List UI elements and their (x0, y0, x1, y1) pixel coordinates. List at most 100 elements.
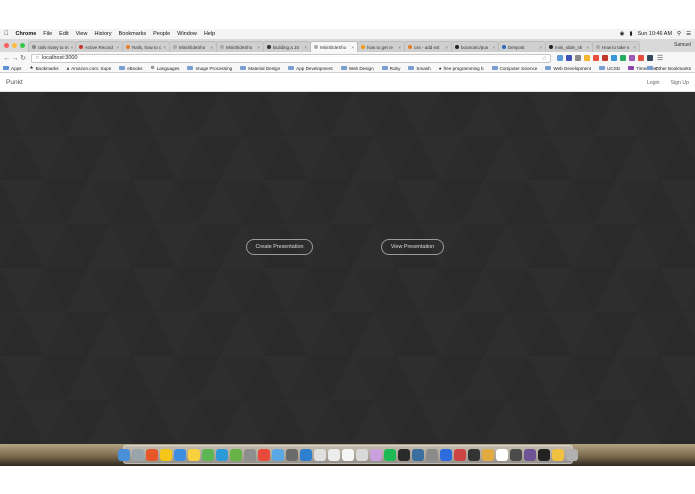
bookmark-item[interactable]: a Amazon.com: Supe (67, 66, 112, 71)
extension-icon[interactable] (584, 55, 590, 61)
dock-app-icon[interactable] (300, 448, 312, 461)
tab[interactable]: MiniSlideSho × (216, 41, 264, 52)
bookmark-folder[interactable]: Computer Science (491, 66, 537, 71)
menu-help[interactable]: Help (204, 31, 215, 37)
menu-people[interactable]: People (153, 31, 170, 37)
close-tab-icon[interactable]: × (443, 45, 448, 50)
bookmark-folder[interactable]: App Development (288, 66, 333, 71)
close-window-icon[interactable] (4, 43, 9, 48)
dock-app-icon[interactable] (342, 448, 354, 461)
dock-app-icon[interactable] (510, 448, 522, 461)
clock[interactable]: Sun 10:46 AM (637, 31, 672, 37)
dock-app-icon[interactable] (566, 448, 578, 461)
brand-logo[interactable]: Punkt (6, 79, 23, 86)
dock-app-icon[interactable] (132, 448, 144, 461)
dock-app-icon[interactable] (356, 448, 368, 461)
dock-app-icon[interactable] (538, 448, 550, 461)
bookmark-folder[interactable]: UCSD (599, 66, 620, 71)
dock-app-icon[interactable] (384, 448, 396, 461)
close-tab-icon[interactable]: × (255, 45, 260, 50)
menu-file[interactable]: File (43, 31, 52, 37)
dock-app-icon[interactable] (258, 448, 270, 461)
menu-window[interactable]: Window (177, 31, 197, 37)
apple-icon[interactable]:  (4, 31, 9, 37)
tab[interactable]: css - add ext × (404, 41, 452, 52)
dock-app-icon[interactable] (244, 448, 256, 461)
close-tab-icon[interactable]: × (490, 45, 495, 50)
dock-app-icon[interactable] (216, 448, 228, 461)
extension-icon[interactable] (602, 55, 608, 61)
back-icon[interactable]: ← (3, 55, 11, 62)
create-presentation-button[interactable]: Create Presentation (246, 239, 313, 255)
zoom-window-icon[interactable] (20, 43, 25, 48)
extension-icon[interactable] (575, 55, 581, 61)
dock-app-icon[interactable] (524, 448, 536, 461)
extension-icon[interactable] (620, 55, 626, 61)
dock-app-icon[interactable] (496, 448, 508, 461)
extension-icon[interactable] (593, 55, 599, 61)
menu-edit[interactable]: Edit (59, 31, 68, 37)
extension-icon[interactable] (638, 55, 644, 61)
battery-icon[interactable]: ▮ (629, 31, 632, 37)
minimize-window-icon[interactable] (12, 43, 17, 48)
bookmark-folder[interactable]: Web Design (340, 66, 374, 71)
dock-app-icon[interactable] (272, 448, 284, 461)
tab[interactable]: bootronic/pun × (451, 41, 499, 52)
dock-app-icon[interactable] (188, 448, 200, 461)
close-tab-icon[interactable]: × (208, 45, 213, 50)
tab[interactable]: how to get re × (357, 41, 405, 52)
close-tab-icon[interactable]: × (631, 45, 636, 50)
login-link[interactable]: Login (647, 80, 660, 86)
notification-icon[interactable]: ☰ (686, 31, 691, 37)
tab[interactable]: Building a JS × (263, 41, 311, 52)
forward-icon[interactable]: → (11, 55, 19, 62)
bookmark-folder[interactable]: Material Design (240, 66, 280, 71)
address-bar[interactable]: □ localhost:3000 ☆ (31, 53, 551, 63)
bookmark-folder[interactable]: Image Processing (187, 66, 232, 71)
signup-link[interactable]: Sign Up (671, 80, 689, 86)
dock-app-icon[interactable] (146, 448, 158, 461)
wifi-icon[interactable]: ◉ (620, 31, 625, 37)
tab[interactable]: Devpost × (498, 41, 546, 52)
menu-bookmarks[interactable]: Bookmarks (119, 31, 147, 37)
extension-icon[interactable] (566, 55, 572, 61)
dock-app-icon[interactable] (118, 448, 130, 461)
reload-icon[interactable]: ↻ (19, 54, 27, 62)
tab[interactable]: How to take s × (592, 41, 640, 52)
extension-icon[interactable] (647, 55, 653, 61)
extension-icon[interactable] (629, 55, 635, 61)
menu-view[interactable]: View (76, 31, 88, 37)
bookmark-item[interactable]: ★ Bookmarks (29, 65, 58, 71)
tab-active[interactable]: MiniSlideSho × (310, 41, 358, 52)
tab[interactable]: rails many to m × (28, 41, 76, 52)
extension-icon[interactable] (611, 55, 617, 61)
bookmark-apps[interactable]: Apps (3, 66, 21, 71)
other-bookmarks[interactable]: Other Bookmarks (647, 66, 691, 71)
tab[interactable]: Rails, how to c × (122, 41, 170, 52)
bookmark-item[interactable]: ● free programming b (439, 66, 484, 71)
dock-app-icon[interactable] (440, 448, 452, 461)
dock-app-icon[interactable] (174, 448, 186, 461)
dock-app-icon[interactable] (398, 448, 410, 461)
dock-app-icon[interactable] (328, 448, 340, 461)
extension-icon[interactable] (557, 55, 563, 61)
bookmark-folder[interactable]: Web Development (545, 66, 591, 71)
tab[interactable]: mini_slide_sh × (545, 41, 593, 52)
close-tab-icon[interactable]: × (161, 45, 166, 50)
close-tab-icon[interactable]: × (584, 45, 589, 50)
dock-app-icon[interactable] (482, 448, 494, 461)
tab[interactable]: MiniSlideSho × (169, 41, 217, 52)
tab[interactable]: Active Record × (75, 41, 123, 52)
view-presentation-button[interactable]: View Presentation (381, 239, 444, 255)
dock-app-icon[interactable] (412, 448, 424, 461)
close-tab-icon[interactable]: × (114, 45, 119, 50)
dock-app-icon[interactable] (286, 448, 298, 461)
search-icon[interactable]: ⚲ (677, 31, 681, 37)
profile-button[interactable]: Samuel (674, 42, 691, 48)
close-tab-icon[interactable]: × (349, 45, 354, 50)
dock-app-icon[interactable] (202, 448, 214, 461)
dock-app-icon[interactable] (454, 448, 466, 461)
dock-app-icon[interactable] (552, 448, 564, 461)
menu-history[interactable]: History (94, 31, 111, 37)
bookmark-star-icon[interactable]: ☆ (542, 55, 547, 62)
